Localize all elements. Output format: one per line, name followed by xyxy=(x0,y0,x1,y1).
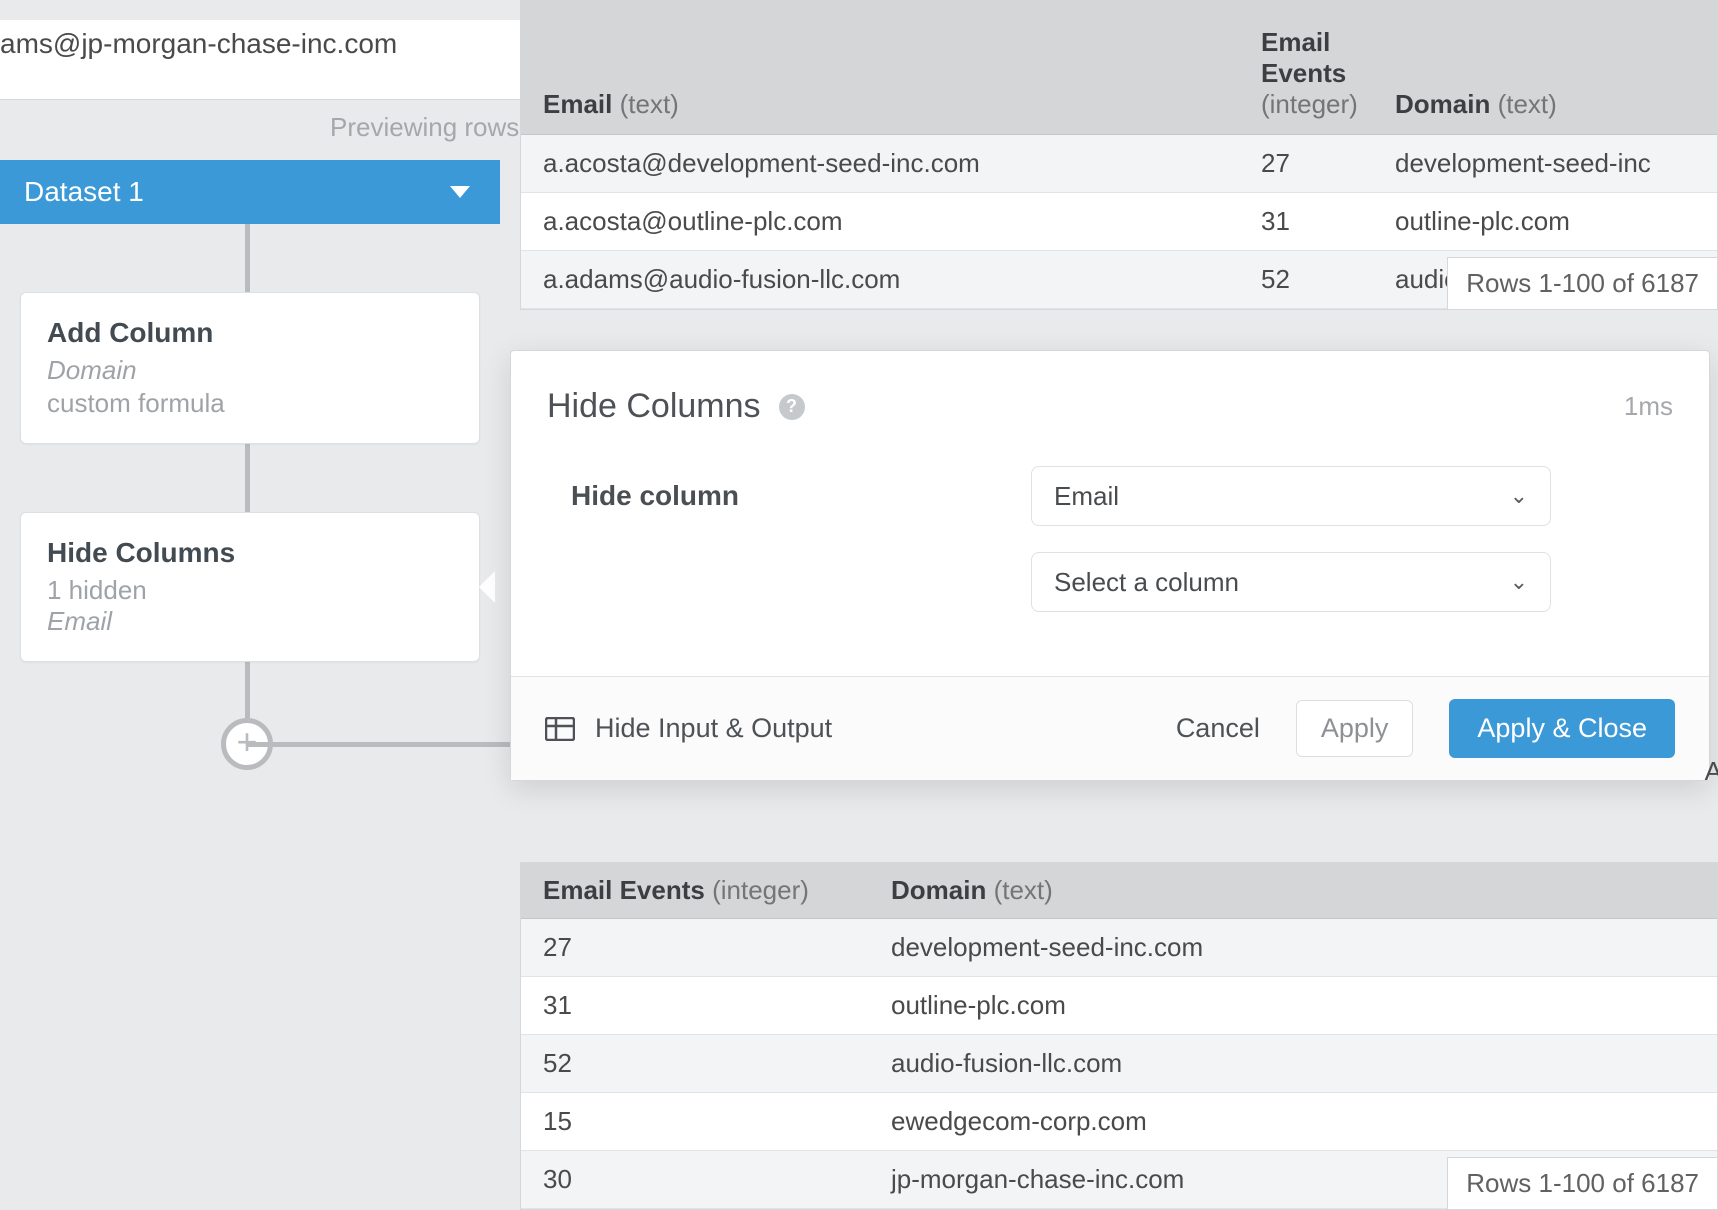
output-preview-table: Email Events (integer) Domain (text) 27 … xyxy=(520,862,1718,1210)
col-header-events[interactable]: Email Events (integer) xyxy=(521,875,891,906)
panel-body: Hide column Email ⌄ Select a column ⌄ xyxy=(511,446,1709,676)
truncated-char: A xyxy=(1705,756,1718,787)
col-header-email[interactable]: Email (text) xyxy=(521,89,1261,120)
pipeline: Dataset 1 Add Column Domain custom formu… xyxy=(0,160,500,747)
step-sub-count: 1 hidden xyxy=(47,575,453,606)
col-header-events[interactable]: Email Events (integer) xyxy=(1261,27,1395,120)
col-header-domain[interactable]: Domain (text) xyxy=(1395,89,1717,120)
panel-title-wrap: Hide Columns ? xyxy=(547,387,805,426)
footer-actions: Cancel Apply Apply & Close xyxy=(1176,699,1675,758)
apply-button[interactable]: Apply xyxy=(1296,700,1414,757)
panel-header: Hide Columns ? 1ms xyxy=(511,351,1709,446)
table-header: Email Events (integer) Domain (text) xyxy=(521,863,1717,919)
table-row[interactable]: 52 audio-fusion-llc.com xyxy=(521,1035,1717,1093)
table-icon xyxy=(545,717,575,741)
truncated-email: ams@jp-morgan-chase-inc.com xyxy=(0,28,397,59)
select-placeholder: Select a column xyxy=(1054,567,1239,598)
panel-footer: Hide Input & Output Cancel Apply Apply &… xyxy=(511,676,1709,780)
hide-io-toggle[interactable]: Hide Input & Output xyxy=(545,713,832,744)
apply-close-button[interactable]: Apply & Close xyxy=(1449,699,1675,758)
form-label: Hide column xyxy=(571,466,951,512)
dataset-label: Dataset 1 xyxy=(24,176,144,208)
step-title: Hide Columns xyxy=(47,537,453,569)
form-row: Hide column Email ⌄ Select a column ⌄ xyxy=(571,466,1649,612)
table-row[interactable]: 15 ewedgecom-corp.com xyxy=(521,1093,1717,1151)
connector xyxy=(245,444,250,512)
chevron-down-icon: ⌄ xyxy=(1510,569,1528,595)
select-value: Email xyxy=(1054,481,1119,512)
step-sub-domain: Domain xyxy=(47,355,453,386)
table-header: Email (text) Email Events (integer) Doma… xyxy=(521,1,1717,135)
table-row[interactable]: a.acosta@outline-plc.com 31 outline-plc.… xyxy=(521,193,1717,251)
step-sub-formula: custom formula xyxy=(47,388,453,419)
table-row[interactable]: 31 outline-plc.com xyxy=(521,977,1717,1035)
selects-group: Email ⌄ Select a column ⌄ xyxy=(1031,466,1649,612)
panel-title: Hide Columns xyxy=(547,387,761,426)
row-count: Rows 1-100 of 6187 xyxy=(1447,1157,1717,1209)
table-row[interactable]: a.acosta@development-seed-inc.com 27 dev… xyxy=(521,135,1717,193)
panel-time: 1ms xyxy=(1624,391,1673,422)
step-sub-col: Email xyxy=(47,606,453,637)
hide-column-select-1[interactable]: Email ⌄ xyxy=(1031,466,1551,526)
connector xyxy=(245,224,250,292)
hide-column-select-2[interactable]: Select a column ⌄ xyxy=(1031,552,1551,612)
help-icon[interactable]: ? xyxy=(779,394,805,420)
step-title: Add Column xyxy=(47,317,453,349)
hide-columns-panel: Hide Columns ? 1ms Hide column Email ⌄ S… xyxy=(510,350,1710,781)
input-preview-table: Email (text) Email Events (integer) Doma… xyxy=(520,0,1718,310)
chevron-down-icon: ⌄ xyxy=(1510,483,1528,509)
dataset-node[interactable]: Dataset 1 xyxy=(0,160,500,224)
row-count: Rows 1-100 of 6187 xyxy=(1447,257,1717,309)
cancel-button[interactable]: Cancel xyxy=(1176,713,1260,744)
chevron-down-icon xyxy=(450,186,470,198)
hide-io-label: Hide Input & Output xyxy=(595,713,832,744)
step-hide-columns[interactable]: Hide Columns 1 hidden Email xyxy=(20,512,480,662)
col-header-domain[interactable]: Domain (text) xyxy=(891,875,1717,906)
step-add-column[interactable]: Add Column Domain custom formula xyxy=(20,292,480,444)
previewing-label: Previewing rows xyxy=(330,112,519,143)
connector xyxy=(245,662,250,718)
table-row[interactable]: 27 development-seed-inc.com xyxy=(521,919,1717,977)
